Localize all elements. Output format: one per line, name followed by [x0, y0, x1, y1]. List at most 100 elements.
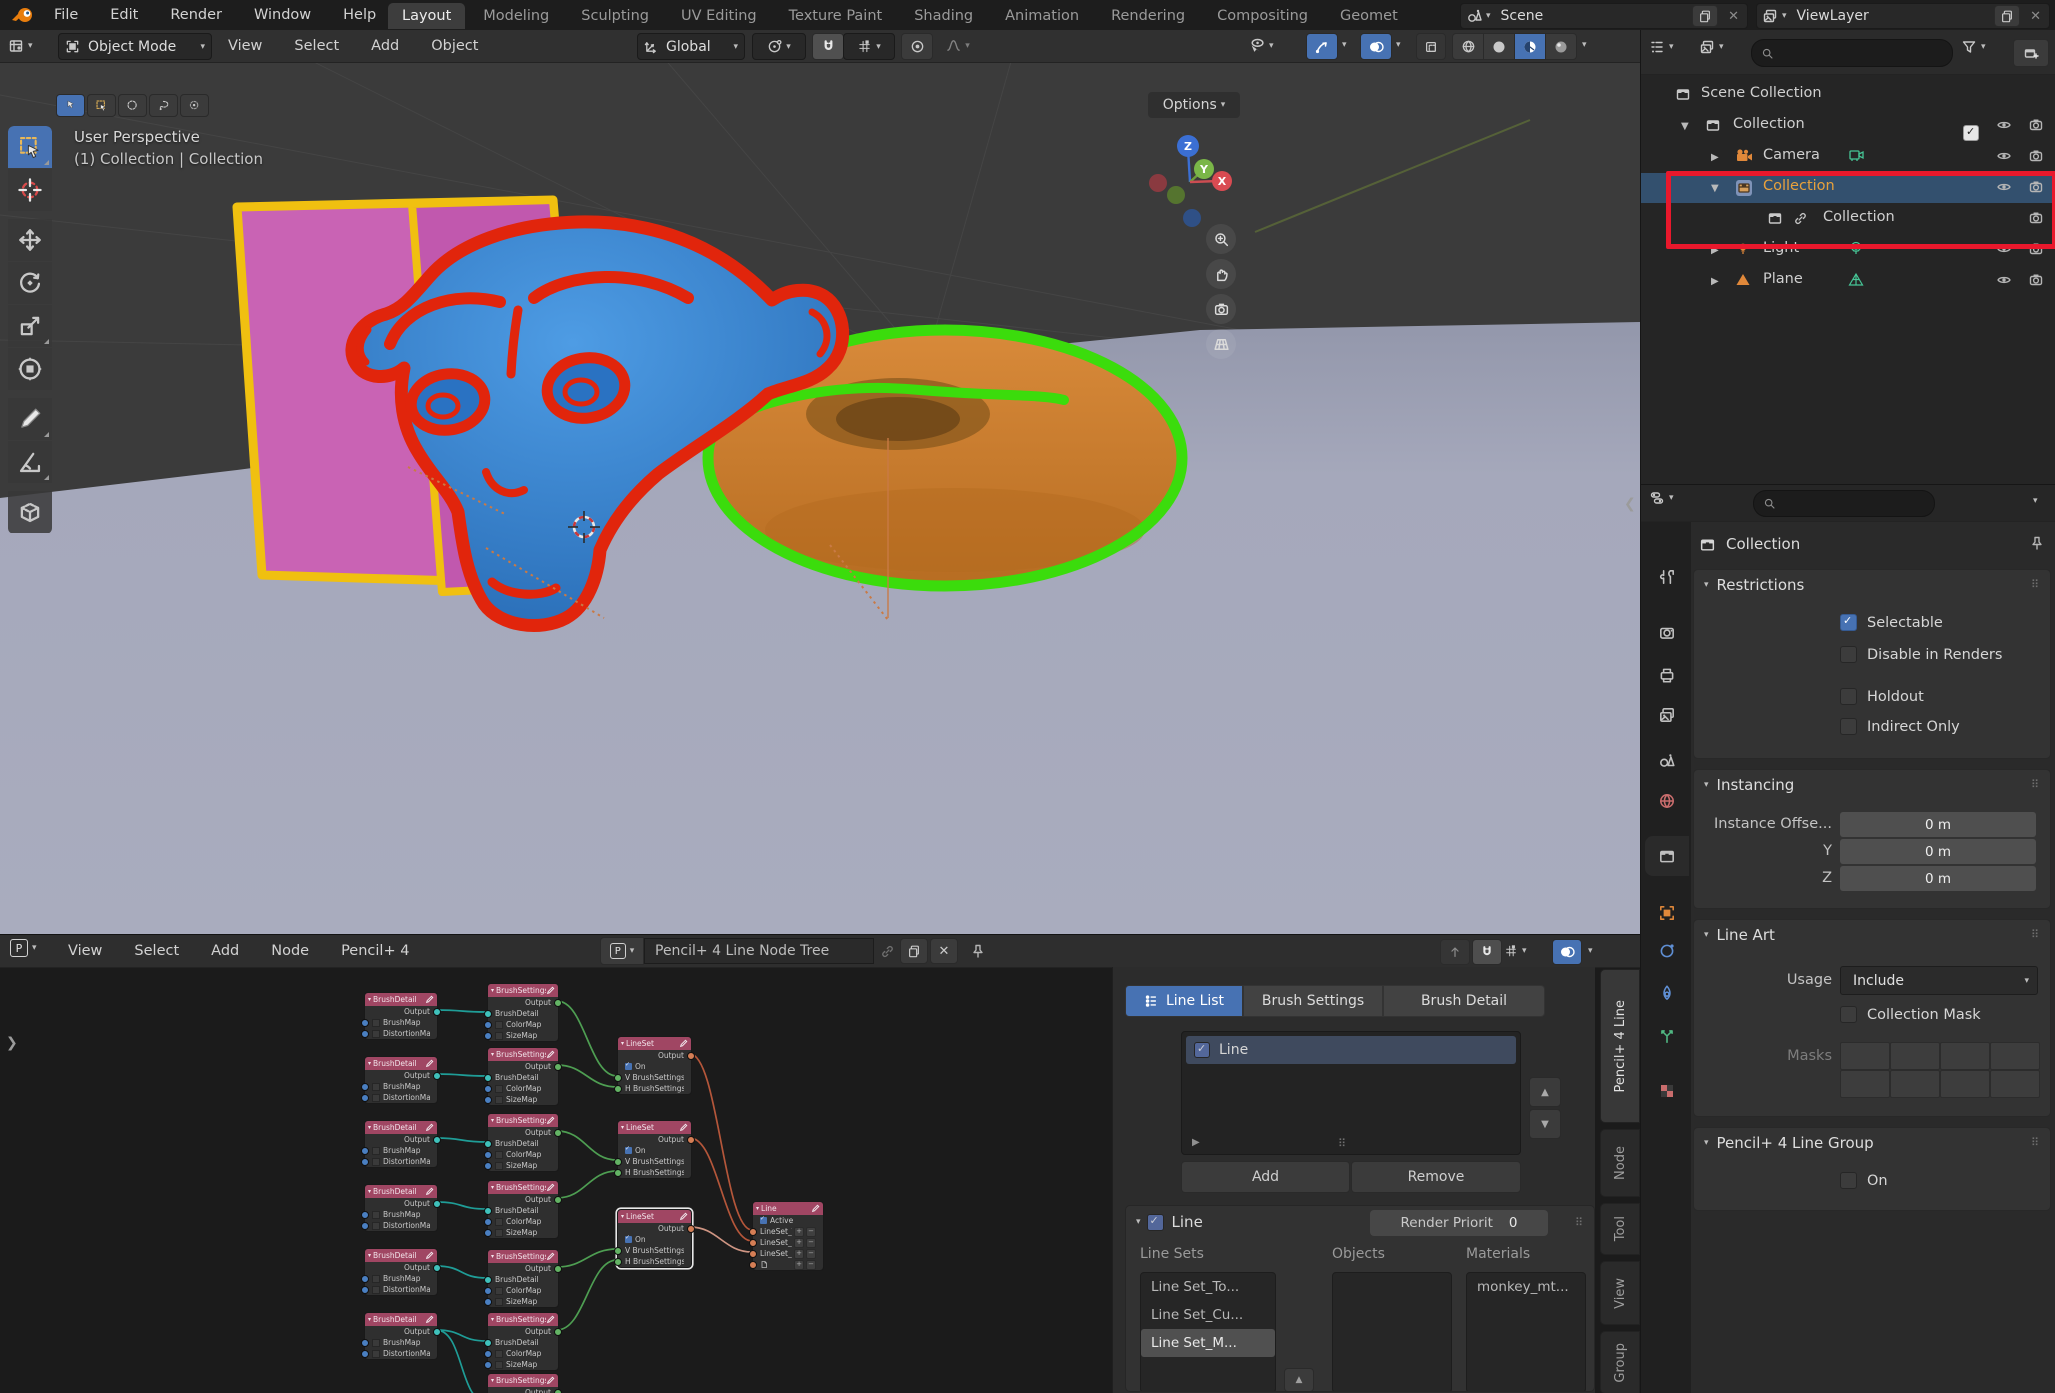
go-parent-tree-button[interactable] [1440, 939, 1470, 965]
input-socket[interactable] [361, 1211, 369, 1219]
collapse-icon[interactable]: ▾ [491, 1051, 494, 1058]
workspace-tab-modeling[interactable]: Modeling [469, 3, 563, 29]
group-on-checkbox[interactable] [1840, 1172, 1857, 1189]
collapse-icon[interactable]: ▾ [491, 1316, 494, 1323]
workspace-tab-rendering[interactable]: Rendering [1097, 3, 1199, 29]
collection-mask-row[interactable]: Collection Mask [1840, 1006, 1981, 1023]
collapse-icon[interactable]: ▾ [621, 1124, 624, 1131]
collapse-icon[interactable]: ▾ [756, 1205, 759, 1212]
vertical-tab-node[interactable]: Node [1600, 1129, 1640, 1197]
viewport-menu-select[interactable]: Select [290, 36, 343, 56]
add-icon[interactable]: + [794, 1226, 804, 1237]
input-socket[interactable] [361, 1222, 369, 1230]
eye-icon[interactable] [1996, 148, 2012, 164]
node-brushsettings-bs6[interactable]: ▾ BrushSettings Output BrushDetail ColorMap S… [484, 1312, 562, 1371]
outliner-search-input[interactable] [1751, 39, 1953, 67]
select-mode-select-circle[interactable] [118, 94, 147, 117]
gizmo-axis-y-neg[interactable] [1167, 186, 1185, 204]
show-gizmo-button[interactable] [1306, 33, 1338, 60]
copy-icon[interactable] [1692, 5, 1719, 27]
expand-icon[interactable]: ▶ [1711, 276, 1719, 287]
input-socket[interactable] [614, 1158, 622, 1166]
disable-in-renders-checkbox[interactable] [1840, 646, 1857, 663]
outliner-row-collection-1[interactable]: ▼ Collection [1641, 111, 2055, 141]
chevron-down-icon[interactable]: ▾ [2033, 496, 2038, 506]
ortho-toggle-button[interactable] [1206, 329, 1236, 359]
line-set-move-up-button[interactable]: ▲ [1284, 1368, 1314, 1391]
snap-with-dropdown[interactable]: ▾ [843, 33, 895, 60]
material-item[interactable]: monkey_mt... [1467, 1273, 1585, 1301]
gizmo-axis-z-neg[interactable] [1183, 209, 1201, 227]
pivot-dropdown[interactable]: ▾ [752, 33, 806, 60]
node-brushdetail-bd4[interactable]: ▾BrushDetailOutputBrushMapDistortionMap [361, 1184, 441, 1232]
viewport-menu-add[interactable]: Add [367, 36, 403, 56]
node-brushsettings-bs7[interactable]: ▾BrushSettingsOutputBrushDetailColorMapS… [487, 1373, 562, 1393]
render-priority-field[interactable]: Render Priorit 0 [1370, 1210, 1548, 1236]
node-header[interactable]: ▾ BrushDetail [365, 1313, 437, 1326]
properties-tab-tool[interactable] [1645, 557, 1689, 597]
select-mode-select-paint[interactable] [180, 94, 209, 117]
socket-checkbox[interactable] [495, 1217, 503, 1226]
camera-toggle-icon[interactable] [2028, 272, 2044, 288]
collapse-icon[interactable]: ▼ [1681, 121, 1689, 132]
node-header[interactable]: ▾ BrushDetail [365, 1121, 437, 1134]
collapse-icon[interactable]: ▾ [621, 1040, 624, 1047]
remove-icon[interactable]: − [806, 1237, 816, 1248]
move-down-button[interactable]: ▼ [1529, 1109, 1561, 1139]
orientation-dropdown[interactable]: Global ▾ [637, 33, 745, 60]
node-header[interactable]: ▾ BrushSettings [488, 1114, 558, 1127]
node-header[interactable]: ▾ BrushDetail [365, 1057, 437, 1070]
grip-icon[interactable]: ⠿ [2031, 578, 2040, 591]
input-socket[interactable] [484, 1074, 492, 1082]
falloff-dropdown[interactable]: ▾ [934, 33, 982, 58]
mask-cell[interactable] [1890, 1070, 1940, 1098]
input-socket[interactable] [484, 1207, 492, 1215]
node-header[interactable]: ▾ BrushSettings [488, 1048, 558, 1061]
input-socket[interactable] [484, 1229, 492, 1237]
tree-type-button[interactable]: P ▾ [600, 937, 644, 965]
socket-checkbox[interactable] [495, 1161, 503, 1170]
eye-icon[interactable] [1996, 272, 2012, 288]
breadcrumb-label[interactable]: Collection [1726, 535, 1800, 553]
camera-view-button[interactable] [1206, 294, 1236, 324]
node-brushsettings-bs4[interactable]: ▾ BrushSettings Output BrushDetail ColorMap S… [484, 1180, 562, 1239]
node-menu-pencil-4[interactable]: Pencil+ 4 [337, 941, 413, 961]
grip-icon[interactable]: ⠿ [2031, 778, 2040, 791]
node-brushdetail-bd2[interactable]: ▾BrushDetailOutputBrushMapDistortionMap [361, 1056, 441, 1104]
output-socket[interactable] [433, 1072, 441, 1080]
list-line-sets[interactable]: Line Set_To... Line Set_Cu... Line Set_M..… [1140, 1272, 1276, 1391]
input-socket[interactable] [484, 1361, 492, 1369]
node-menu-view[interactable]: View [64, 941, 106, 961]
add-icon[interactable]: + [794, 1259, 804, 1270]
input-socket[interactable] [614, 1085, 622, 1093]
gizmo-axis-x-neg[interactable] [1149, 174, 1167, 192]
socket-checkbox[interactable] [372, 1221, 380, 1230]
properties-tab-object[interactable] [1645, 893, 1689, 933]
output-socket[interactable] [554, 1129, 562, 1137]
socket-checkbox[interactable] [372, 1157, 380, 1166]
node-brushdetail-bd5[interactable]: ▾BrushDetailOutputBrushMapDistortionMap [361, 1248, 441, 1296]
shading-wireframe-button[interactable] [1452, 33, 1484, 60]
socket-checkbox[interactable] [495, 1084, 503, 1093]
input-socket[interactable] [361, 1350, 369, 1358]
node-header[interactable]: ▾ LineSet [618, 1037, 691, 1050]
pin-icon[interactable] [970, 943, 986, 959]
tool-annotate[interactable] [8, 398, 52, 440]
workspace-tab-animation[interactable]: Animation [991, 3, 1093, 29]
node-brushdetail-bd1[interactable]: ▾BrushDetailOutputBrushMapDistortionMap [361, 992, 441, 1040]
visibility-dropdown[interactable]: ▾ [1248, 33, 1274, 58]
node-lineset-ls1[interactable]: ▾LineSetOutput On V BrushSettings H BrushSe… [614, 1036, 695, 1095]
workspace-tab-shading[interactable]: Shading [900, 3, 987, 29]
close-icon[interactable]: ✕ [930, 938, 958, 964]
input-socket[interactable] [749, 1261, 757, 1269]
node-overlays-button[interactable] [1552, 939, 1582, 965]
usage-dropdown[interactable]: Include ▾ [1840, 966, 2038, 995]
input-socket[interactable] [484, 1021, 492, 1029]
select-mode-select-lasso[interactable] [149, 94, 178, 117]
mask-cell[interactable] [1890, 1042, 1940, 1070]
node-snap-target[interactable]: ▾ [1504, 939, 1527, 963]
viewport-3d[interactable]: ▾ Object Mode ▾ View Select Add Object Glob… [0, 30, 1640, 934]
viewport-menu-object[interactable]: Object [427, 36, 482, 56]
input-socket[interactable] [361, 1083, 369, 1091]
node-brushsettings-bs2[interactable]: ▾ BrushSettings Output BrushDetail ColorMap S… [484, 1047, 562, 1106]
